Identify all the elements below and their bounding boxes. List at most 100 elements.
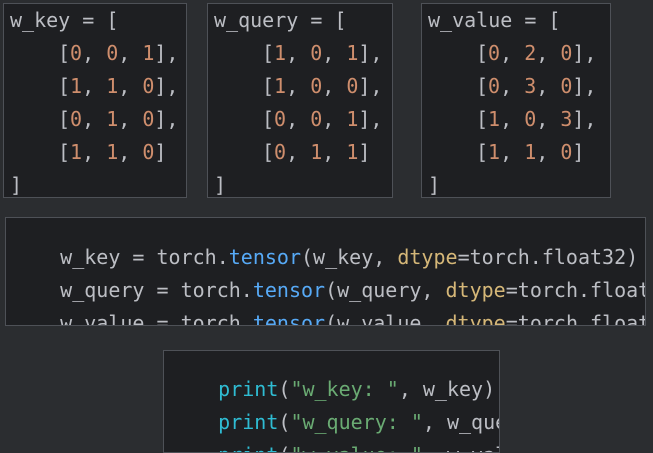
matrix-close: ] bbox=[10, 173, 23, 197]
matrix-value: 1 bbox=[106, 74, 119, 98]
matrix-value: 0 bbox=[310, 41, 323, 65]
bracket-open: [ bbox=[58, 41, 71, 65]
matrix-row: [0, 1, 1] bbox=[262, 140, 370, 164]
matrix-value: 0 bbox=[106, 41, 119, 65]
separator: , bbox=[500, 74, 525, 98]
separator: , bbox=[286, 140, 311, 164]
matrix-close: ] bbox=[214, 173, 227, 197]
matrix-close: ] bbox=[428, 173, 441, 197]
matrix-header: w_value = [ bbox=[428, 8, 561, 32]
bracket-close: ], bbox=[358, 74, 383, 98]
matrix-value: 1 bbox=[346, 41, 359, 65]
separator: , bbox=[322, 107, 347, 131]
bracket-open: [ bbox=[262, 74, 275, 98]
separator: , bbox=[82, 41, 107, 65]
separator: , bbox=[500, 140, 525, 164]
bracket-open: [ bbox=[476, 74, 489, 98]
matrix-value: 0 bbox=[488, 74, 501, 98]
string-literal: "w_value: " bbox=[290, 443, 422, 452]
matrix-header: w_query = [ bbox=[214, 8, 347, 32]
matrix-value: 1 bbox=[106, 107, 119, 131]
code-panel-w-value: w_value = [ [0, 2, 0], [0, 3, 0], [1, 0,… bbox=[421, 3, 611, 198]
separator: , bbox=[322, 41, 347, 65]
bracket-open: [ bbox=[58, 140, 71, 164]
tensor-method: tensor bbox=[252, 311, 326, 326]
separator: , bbox=[500, 41, 525, 65]
matrix-row: [0, 0, 1], bbox=[262, 107, 382, 131]
matrix-value: 2 bbox=[524, 41, 537, 65]
matrix-value: 1 bbox=[70, 140, 83, 164]
bracket-close: ] bbox=[358, 140, 371, 164]
matrix-value: 0 bbox=[560, 41, 573, 65]
code-panel-tensor: w_key = torch.tensor(w_key, dtype=torch.… bbox=[5, 217, 646, 326]
matrix-row: [1, 0, 1], bbox=[262, 41, 382, 65]
bracket-open: [ bbox=[476, 140, 489, 164]
separator: , bbox=[82, 107, 107, 131]
matrix-value: 1 bbox=[346, 107, 359, 131]
code-panel-print: print("w_key: ", w_key) print("w_query: … bbox=[163, 350, 500, 453]
code-panel-w-query: w_query = [ [1, 0, 1], [1, 0, 0], [0, 0,… bbox=[207, 3, 393, 198]
matrix-value: 0 bbox=[560, 74, 573, 98]
matrix-value: 1 bbox=[346, 140, 359, 164]
separator: , bbox=[82, 140, 107, 164]
separator: , bbox=[286, 107, 311, 131]
bracket-close: ] bbox=[572, 140, 585, 164]
bracket-open: [ bbox=[58, 107, 71, 131]
matrix-header: w_key = [ bbox=[10, 8, 119, 32]
code-panel-w-key: w_key = [ [0, 0, 1], [1, 1, 0], [0, 1, 0… bbox=[3, 3, 187, 198]
matrix-row: [1, 1, 0], bbox=[58, 74, 178, 98]
matrix-value: 0 bbox=[310, 107, 323, 131]
bracket-open: [ bbox=[58, 74, 71, 98]
bracket-open: [ bbox=[476, 41, 489, 65]
bracket-open: [ bbox=[476, 107, 489, 131]
matrix-value: 1 bbox=[488, 140, 501, 164]
matrix-row: [0, 3, 0], bbox=[476, 74, 596, 98]
matrix-value: 3 bbox=[524, 74, 537, 98]
matrix-value: 0 bbox=[310, 74, 323, 98]
matrix-value: 1 bbox=[488, 107, 501, 131]
paren-open: ( bbox=[278, 443, 290, 452]
matrix-value: 1 bbox=[142, 41, 155, 65]
matrix-value: 0 bbox=[560, 140, 573, 164]
bracket-open: [ bbox=[262, 41, 275, 65]
matrix-value: 0 bbox=[274, 107, 287, 131]
bracket-open: [ bbox=[262, 140, 275, 164]
matrix-row: [1, 1, 0] bbox=[58, 140, 166, 164]
separator: , bbox=[286, 41, 311, 65]
separator: , bbox=[536, 107, 561, 131]
bracket-close: ], bbox=[358, 107, 383, 131]
matrix-row: [0, 2, 0], bbox=[476, 41, 596, 65]
matrix-value: 1 bbox=[274, 41, 287, 65]
bracket-open: [ bbox=[262, 107, 275, 131]
matrix-value: 0 bbox=[142, 140, 155, 164]
bracket-close: ], bbox=[572, 74, 597, 98]
matrix-value: 0 bbox=[142, 107, 155, 131]
matrix-row: [1, 1, 0] bbox=[476, 140, 584, 164]
separator: , bbox=[118, 140, 143, 164]
separator: , bbox=[118, 107, 143, 131]
print-line-w-value: print("w_value: ", w_value) bbox=[170, 419, 499, 452]
bracket-close: ], bbox=[154, 74, 179, 98]
matrix-value: 1 bbox=[310, 140, 323, 164]
bracket-close: ], bbox=[154, 41, 179, 65]
separator: , bbox=[536, 74, 561, 98]
matrix-value: 0 bbox=[142, 74, 155, 98]
tensor-line-w-query: w_query = torch.tensor(w_query, dtype=to… bbox=[12, 254, 645, 302]
bracket-close: ], bbox=[572, 107, 597, 131]
dtype-value: =torch.float32) bbox=[505, 311, 645, 326]
separator: , bbox=[118, 74, 143, 98]
matrix-value: 1 bbox=[106, 140, 119, 164]
matrix-value: 3 bbox=[560, 107, 573, 131]
matrix-value: 0 bbox=[70, 41, 83, 65]
separator: , bbox=[286, 74, 311, 98]
separator: , bbox=[322, 74, 347, 98]
matrix-value: 0 bbox=[70, 107, 83, 131]
argument-text: , w_value) bbox=[423, 443, 499, 452]
bracket-close: ] bbox=[154, 140, 167, 164]
matrix-value: 1 bbox=[70, 74, 83, 98]
print-builtin: print bbox=[218, 443, 278, 452]
matrix-row: [0, 0, 1], bbox=[58, 41, 178, 65]
separator: , bbox=[536, 140, 561, 164]
tensor-line-w-key: w_key = torch.tensor(w_key, dtype=torch.… bbox=[12, 221, 638, 269]
argument-text: (w_value, bbox=[325, 311, 446, 326]
